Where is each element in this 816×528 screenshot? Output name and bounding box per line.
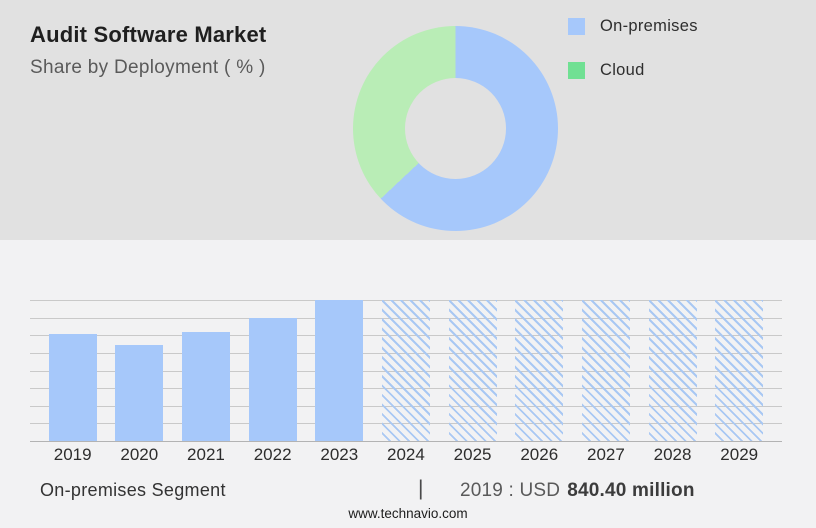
bar-2025 bbox=[448, 300, 497, 441]
bar-2027 bbox=[581, 300, 630, 441]
x-label-2019: 2019 bbox=[53, 445, 92, 464]
x-axis-labels: 2019 2020 2021 2022 2023 2024 2025 2026 2027 2028… bbox=[30, 445, 782, 465]
bar-2023 bbox=[315, 300, 364, 441]
x-label-2026: 2026 bbox=[520, 445, 559, 464]
bar-2021 bbox=[181, 331, 230, 441]
bar-2020 bbox=[115, 344, 164, 441]
footer-separator: | bbox=[418, 477, 424, 500]
bar-2024 bbox=[381, 300, 430, 441]
bar-panel: 2019 2020 2021 2022 2023 2024 2025 2026 2027 2028… bbox=[0, 240, 816, 528]
infographic: Audit Software Market Share by Deploymen… bbox=[0, 0, 816, 528]
value-prefix: 2019 : USD bbox=[460, 480, 561, 501]
x-label-2022: 2022 bbox=[253, 445, 292, 464]
bar-2019 bbox=[48, 333, 97, 441]
bar-2026 bbox=[515, 300, 564, 441]
segment-label: On-premises Segment bbox=[40, 480, 226, 500]
x-label-2029: 2029 bbox=[720, 445, 759, 464]
value-amount: 840.40 million bbox=[567, 480, 695, 501]
bar-2028 bbox=[648, 300, 697, 441]
page-subtitle: Share by Deployment ( % ) bbox=[30, 57, 266, 78]
x-label-2021: 2021 bbox=[187, 445, 225, 464]
bar-2022 bbox=[248, 317, 297, 441]
website-url: www.technavio.com bbox=[348, 506, 468, 521]
page-title: Audit Software Market bbox=[30, 22, 267, 47]
donut-chart bbox=[353, 26, 558, 231]
legend-swatch-on-premises bbox=[568, 18, 585, 35]
legend-item-cloud: Cloud bbox=[568, 61, 698, 80]
legend-swatch-cloud bbox=[568, 62, 585, 79]
value-line: 2019 : USD 840.40 million bbox=[460, 480, 695, 502]
donut-hole bbox=[405, 78, 506, 179]
x-label-2023: 2023 bbox=[320, 445, 359, 464]
legend-item-on-premises: On-premises bbox=[568, 17, 698, 36]
bar-2029 bbox=[715, 300, 764, 441]
x-label-2020: 2020 bbox=[120, 445, 159, 464]
bar-chart bbox=[30, 300, 782, 442]
title-block: Audit Software Market Share by Deploymen… bbox=[30, 22, 266, 79]
x-label-2028: 2028 bbox=[653, 445, 692, 464]
legend-label-cloud: Cloud bbox=[600, 61, 645, 79]
legend: On-premises Cloud bbox=[568, 17, 698, 80]
x-label-2024: 2024 bbox=[387, 445, 425, 464]
header-panel: Audit Software Market Share by Deploymen… bbox=[0, 0, 816, 240]
x-label-2025: 2025 bbox=[453, 445, 492, 464]
bars bbox=[30, 300, 782, 441]
x-axis-line bbox=[30, 441, 782, 442]
x-label-2027: 2027 bbox=[586, 445, 625, 464]
legend-label-on-premises: On-premises bbox=[600, 17, 698, 35]
